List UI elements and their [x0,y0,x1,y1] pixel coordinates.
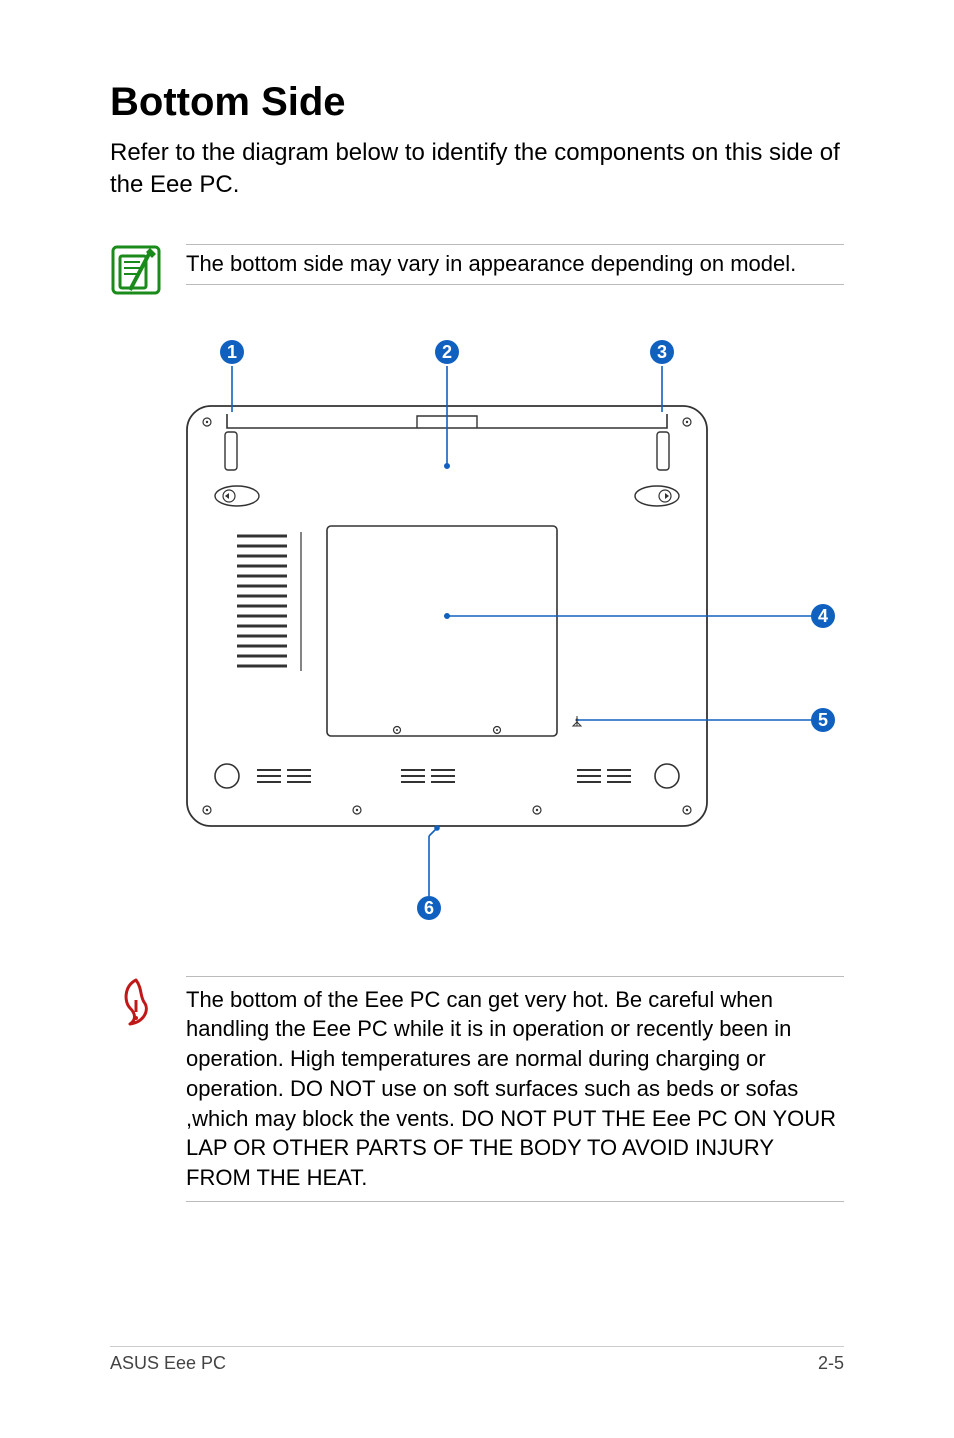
note-icon [110,244,162,296]
intro-text: Refer to the diagram below to identify t… [110,137,844,202]
callout-3: 3 [657,342,667,362]
callout-2: 2 [442,342,452,362]
callout-4: 4 [818,606,828,626]
footer-left: ASUS Eee PC [110,1353,226,1374]
bottom-side-diagram: 1 2 3 4 5 6 [117,336,837,936]
callout-1: 1 [227,342,237,362]
note-appearance-row: The bottom side may vary in appearance d… [110,244,844,296]
warning-heat-text: The bottom of the Eee PC can get very ho… [186,976,844,1202]
page-footer: ASUS Eee PC 2-5 [110,1346,844,1374]
callout-6: 6 [424,898,434,918]
page-title: Bottom Side [110,80,844,125]
warning-icon [110,976,162,1028]
footer-right: 2-5 [818,1353,844,1374]
warning-heat-row: The bottom of the Eee PC can get very ho… [110,976,844,1202]
callout-5: 5 [818,710,828,730]
note-appearance-text: The bottom side may vary in appearance d… [186,244,844,286]
